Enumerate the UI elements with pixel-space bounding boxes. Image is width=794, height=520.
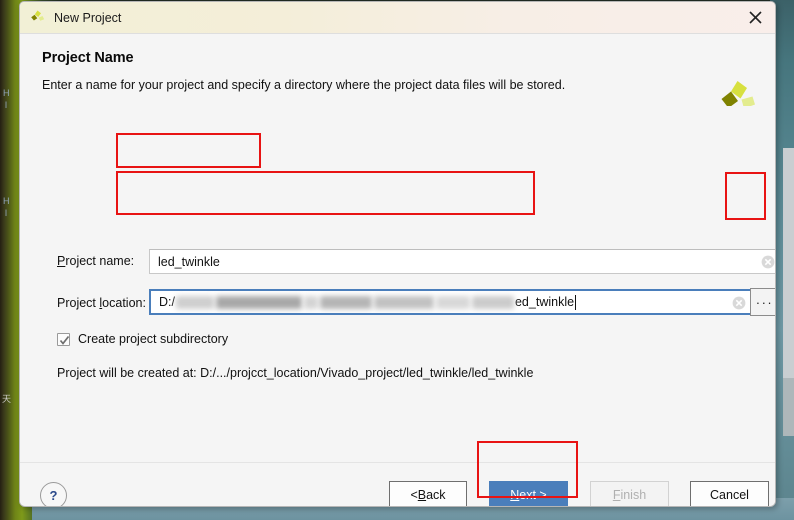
project-location-label-rest: ocation: [102, 296, 146, 310]
background-scrollbar-strip-lower [783, 378, 794, 436]
project-name-input[interactable]: led_twinkle [149, 249, 775, 274]
back-button-prefix: < [410, 487, 418, 502]
browse-directory-button[interactable]: ··· [750, 288, 775, 316]
create-subdirectory-row[interactable]: Create project subdirectory [57, 332, 228, 346]
close-icon[interactable] [735, 2, 775, 33]
redacted-path-block [303, 295, 318, 309]
project-location-value-prefix: D:/ [159, 295, 175, 309]
project-location-value-suffix: ed_twinkle [514, 295, 575, 309]
background-ghost-text: 天 [2, 394, 12, 404]
dialog-footer: ? < Back Next > Finish Cancel CSDN @Time… [20, 462, 775, 506]
background-ghost-text: H [3, 196, 10, 206]
project-location-label: Project location: [57, 296, 146, 310]
background-ghost-text: l [5, 208, 7, 218]
project-location-label-prefix: Project [57, 296, 100, 310]
project-name-label-rest: roject name: [65, 254, 135, 268]
next-button-mnemonic: N [510, 487, 520, 502]
create-subdirectory-label: Create project subdirectory [78, 332, 229, 346]
project-name-value: led_twinkle [158, 254, 220, 269]
background-scrollbar-strip [783, 148, 794, 378]
cancel-button[interactable]: Cancel [690, 481, 769, 506]
redacted-path-block [471, 295, 514, 309]
project-location-input[interactable]: D:/ ed_twinkle [149, 289, 775, 315]
finish-button: Finish [590, 481, 669, 506]
back-button[interactable]: < Back [389, 481, 467, 506]
finish-button-mnemonic: F [612, 487, 621, 502]
page-title: Project Name [42, 50, 134, 66]
background-ghost-text: l [5, 100, 7, 110]
redacted-path-block [373, 295, 434, 309]
back-button-mnemonic: B [417, 487, 427, 502]
new-project-dialog: New Project Project Name Enter a name fo… [19, 1, 776, 507]
redacted-path-block [435, 295, 470, 309]
dialog-body: Project name: led_twinkle Project locati… [20, 106, 775, 462]
create-subdirectory-checkbox[interactable] [57, 332, 70, 346]
redacted-path-block [175, 295, 214, 309]
help-button[interactable]: ? [40, 482, 67, 506]
page-subtitle: Enter a name for your project and specif… [42, 78, 566, 92]
xilinx-logo-icon [29, 10, 46, 26]
redacted-path-block [319, 295, 372, 309]
clear-circle-icon[interactable] [732, 296, 746, 310]
dialog-titlebar: New Project [20, 2, 775, 34]
clear-circle-icon[interactable] [761, 255, 775, 269]
background-ghost-text: H [3, 88, 10, 98]
next-button[interactable]: Next > [489, 481, 568, 506]
next-button-rest: ext > [519, 487, 547, 502]
dialog-header: Project Name Enter a name for your proje… [20, 34, 775, 109]
dialog-title: New Project [54, 10, 122, 25]
redacted-path-block [215, 295, 302, 309]
back-button-rest: ack [426, 487, 446, 502]
finish-button-rest: inish [620, 487, 647, 502]
text-caret [575, 294, 577, 310]
project-created-at-text: Project will be created at: D:/.../projc… [57, 366, 534, 380]
project-name-label: Project name: [57, 254, 134, 268]
project-location-value-wrap: D:/ ed_twinkle [159, 291, 577, 313]
